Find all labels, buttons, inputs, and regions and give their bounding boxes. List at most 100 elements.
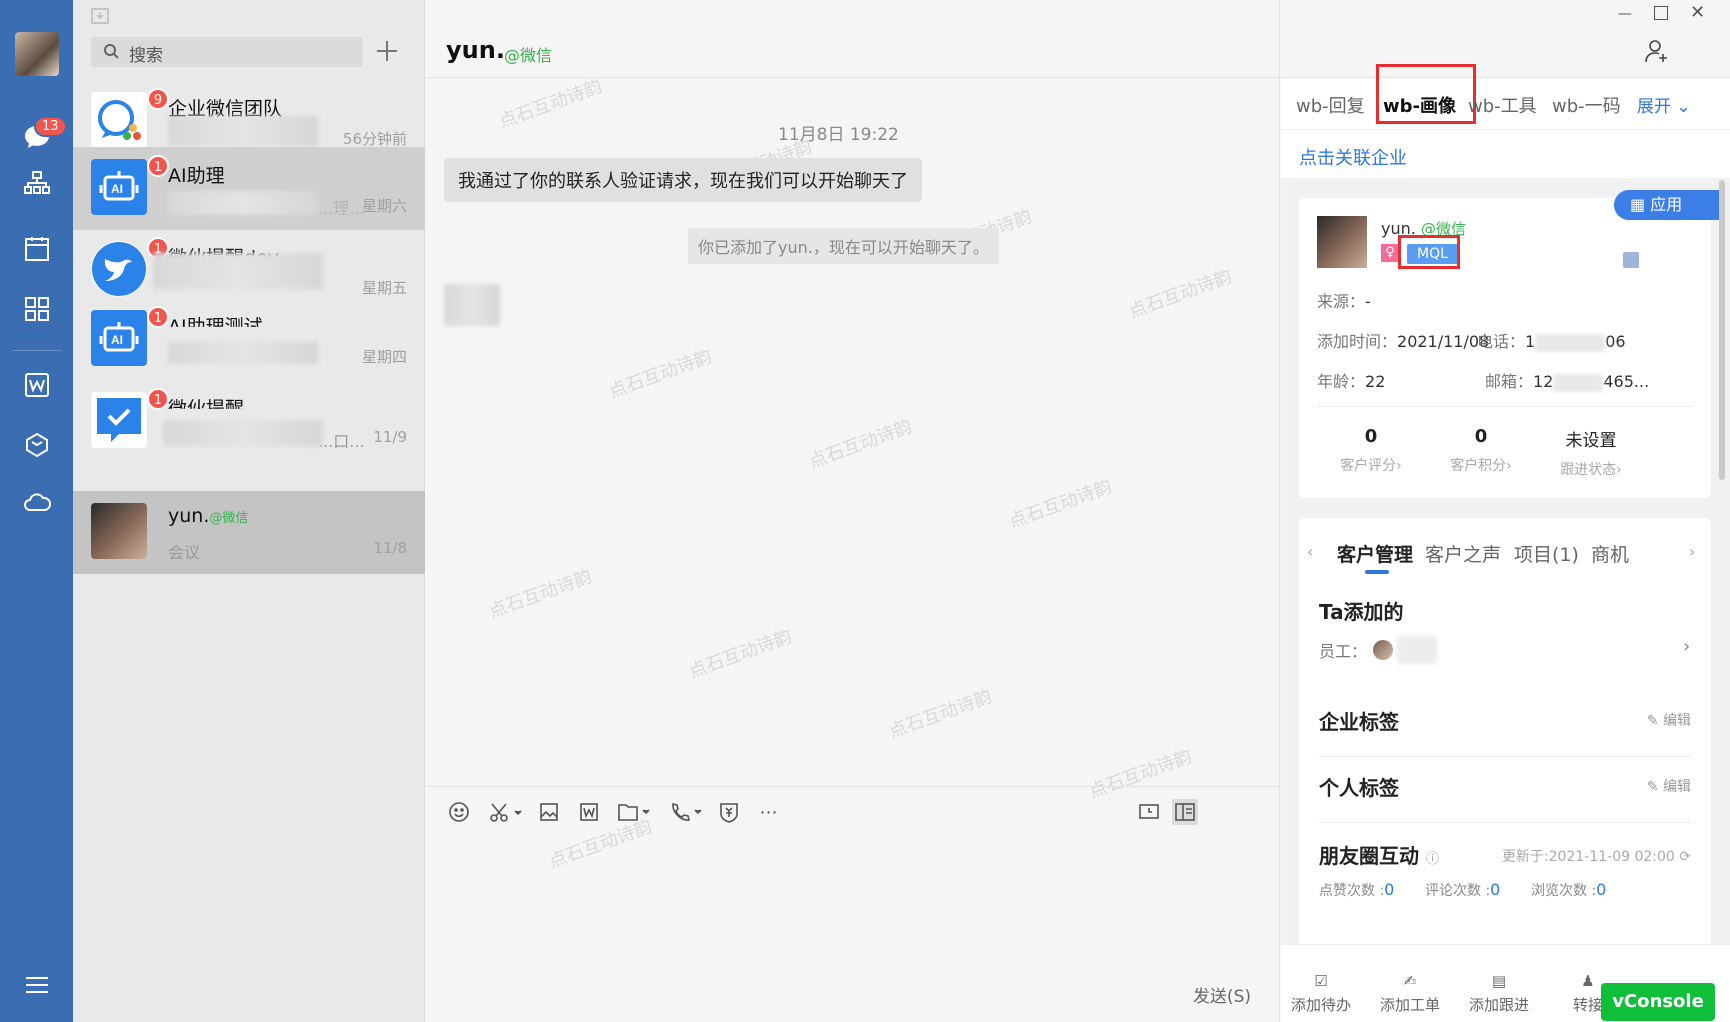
search-input[interactable]: 搜索 (91, 37, 363, 67)
calendar-icon[interactable] (22, 234, 52, 264)
ai-test-avatar: AI 1 (91, 306, 169, 366)
expand-button[interactable]: 展开 ⌄ (1637, 92, 1691, 117)
contacts-icon[interactable] (22, 168, 52, 198)
watermark: 点石互动诗韵 (686, 626, 795, 683)
workbench-icon[interactable] (22, 294, 52, 324)
conversation-time: 星期五 (361, 279, 407, 297)
ta-added-title: Ta添加的 (1319, 600, 1404, 624)
conversation-name: 微伙提醒 (168, 398, 245, 420)
system-message: 你已添加了yun.，现在可以开始聊天了。 (688, 228, 999, 264)
conversation-item-selected[interactable]: yun.@微信 会议 11/8 (73, 491, 425, 574)
age-row: 年龄：22 (1317, 372, 1386, 391)
moments-updated: 更新于:2021-11-09 02:00 ⟳ (1501, 849, 1691, 865)
edit-personal-tags[interactable]: ✎ 编辑 (1647, 776, 1691, 796)
added-row: 添加时间：2021/11/08 (1317, 332, 1490, 351)
document-icon[interactable] (22, 370, 52, 400)
maximize-icon[interactable] (1654, 6, 1668, 20)
conversation-list: 搜索 9 企业微信团队 56分钟前 AI 1 AI助理 ...理... 星期六 … (73, 0, 425, 1022)
nav-rail: 13 (0, 0, 73, 1022)
message-bubble[interactable]: 我通过了你的联系人验证请求，现在我们可以开始聊天了 (444, 158, 922, 202)
doc-icon[interactable] (576, 799, 602, 825)
add-icon[interactable] (376, 40, 398, 66)
conversation-item[interactable]: 1 微伙提醒 ...口... 11/9 (73, 380, 425, 463)
conversation-name: yun.@微信 (168, 505, 249, 527)
image-icon[interactable] (536, 799, 562, 825)
message-timestamp: 11月8日 19:22 (778, 125, 899, 145)
redacted-employee (1397, 636, 1437, 664)
cloud-icon[interactable] (22, 487, 52, 517)
cube-icon[interactable] (22, 430, 52, 460)
download-icon[interactable] (91, 8, 109, 28)
send-button[interactable]: 发送(S) (1193, 982, 1251, 1007)
edit-icon[interactable] (1623, 252, 1639, 268)
subtab-indicator (1365, 570, 1389, 574)
chevron-right-icon[interactable]: › (1689, 542, 1695, 561)
phone-icon[interactable] (668, 799, 704, 825)
svg-text:AI: AI (111, 182, 123, 196)
redacted-preview (153, 253, 323, 289)
source-row: 来源：- (1317, 292, 1371, 311)
divider (1319, 756, 1691, 757)
history-icon[interactable] (1136, 799, 1162, 825)
divider (1317, 406, 1693, 407)
add-ticket-button[interactable]: ✍ 添加工单 (1375, 968, 1445, 1015)
vconsole-button[interactable]: vConsole (1601, 983, 1715, 1021)
chat-title-tag: @微信 (504, 46, 553, 65)
link-company[interactable]: 点击关联企业 (1281, 130, 1730, 178)
minimize-icon[interactable]: — (1618, 6, 1632, 22)
stat-score[interactable]: 0 客户评分› (1321, 426, 1421, 475)
subtab-opportunity[interactable]: 商机 (1591, 540, 1629, 567)
management-card: ‹ 客户管理 客户之声 项目(1) 商机 › Ta添加的 员工： › 企业标签 … (1299, 518, 1711, 958)
menu-icon[interactable] (22, 970, 52, 1000)
views-stat: 浏览次数 :0 (1531, 880, 1607, 899)
customer-panel: — ✕ wb-回复 wb-画像 wb-工具 wb-一码 展开 ⌄ 点击关联企业 … (1281, 0, 1730, 1022)
close-icon[interactable]: ✕ (1690, 2, 1705, 23)
redacted-message[interactable] (444, 284, 500, 326)
chat-header: yun. @微信 (426, 0, 1280, 78)
redacted-preview (168, 342, 318, 364)
unread-badge: 1 (147, 388, 169, 410)
stat-points[interactable]: 0 客户积分› (1431, 426, 1531, 475)
scrollbar[interactable] (1719, 180, 1725, 480)
bird-avatar: 1 (91, 237, 169, 297)
contact-avatar (91, 503, 147, 559)
emoji-icon[interactable] (446, 799, 472, 825)
redacted-preview (168, 116, 318, 146)
chat-title: yun. (446, 36, 505, 64)
watermark: 点石互动诗韵 (1006, 476, 1115, 533)
edit-corp-tags[interactable]: ✎ 编辑 (1647, 710, 1691, 730)
unread-badge: 1 (147, 155, 169, 177)
watermark: 点石互动诗韵 (496, 76, 605, 133)
unread-badge: 1 (147, 306, 169, 328)
conversation-time: 11/9 (373, 428, 407, 446)
payment-icon[interactable] (716, 799, 742, 825)
panel-tabs: wb-回复 wb-画像 wb-工具 wb-一码 展开 ⌄ (1281, 64, 1730, 130)
add-todo-button[interactable]: ☑ 添加待办 (1286, 968, 1356, 1015)
conversation-time: 星期六 (361, 197, 407, 215)
conversation-item[interactable]: AI 1 AI助理测试 星期四 (73, 298, 425, 381)
subtab-customer[interactable]: 客户管理 (1337, 540, 1413, 567)
tab-tools[interactable]: wb-工具 (1468, 92, 1537, 118)
sidebar-toggle-icon[interactable] (1172, 799, 1198, 825)
add-followup-button[interactable]: ▤ 添加跟进 (1464, 968, 1534, 1015)
redacted-preview (168, 191, 318, 215)
user-avatar[interactable] (15, 32, 59, 76)
add-contact-icon[interactable] (1644, 38, 1670, 68)
screenshot-icon[interactable] (488, 799, 524, 825)
subtab-voice[interactable]: 客户之声 (1425, 540, 1501, 567)
conversation-item[interactable]: AI 1 AI助理 ...理... 星期六 (73, 147, 425, 230)
subtab-project[interactable]: 项目(1) (1514, 540, 1579, 567)
search-icon (103, 43, 119, 63)
tab-reply[interactable]: wb-回复 (1296, 92, 1365, 118)
message-badge: 13 (34, 116, 67, 137)
reminder-avatar: 1 (91, 388, 169, 448)
app-button[interactable]: ▦ 应用 (1614, 190, 1719, 220)
stat-follow-status[interactable]: 未设置 跟进状态› (1541, 426, 1641, 479)
folder-icon[interactable] (616, 799, 652, 825)
chevron-right-icon[interactable]: › (1683, 636, 1690, 657)
more-icon[interactable]: ⋯ (756, 799, 782, 825)
chevron-left-icon[interactable]: ‹ (1307, 542, 1313, 561)
tab-code[interactable]: wb-一码 (1552, 92, 1621, 118)
divider (1319, 822, 1691, 823)
employee-label: 员工： (1319, 642, 1368, 661)
